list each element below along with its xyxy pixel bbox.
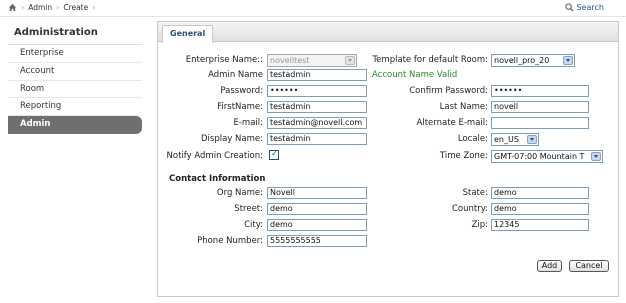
time-zone-select[interactable]: GMT-07:00 Mountain T: [491, 150, 603, 163]
account-name-valid-message: Account Name Valid: [372, 70, 458, 80]
alternate-email-input[interactable]: [491, 117, 589, 129]
email-label: E-mail:: [233, 118, 263, 128]
template-select[interactable]: novell_pro_20: [491, 54, 575, 67]
tab-general[interactable]: General: [162, 25, 214, 43]
zip-label: Zip:: [471, 220, 488, 230]
cancel-button[interactable]: Cancel: [569, 260, 609, 272]
confirm-password-input[interactable]: ••••••: [491, 85, 589, 97]
breadcrumb: › Admin › Create ›: [8, 3, 95, 12]
display-name-label: Display Name:: [201, 134, 263, 144]
home-icon[interactable]: [8, 3, 17, 12]
street-input[interactable]: demo: [267, 203, 367, 215]
add-button[interactable]: Add: [537, 260, 562, 272]
org-name-label: Org Name:: [216, 188, 263, 198]
sidebar-item-admin[interactable]: Admin: [8, 116, 142, 134]
password-input[interactable]: ••••••: [267, 85, 367, 97]
first-name-input[interactable]: testadmin: [267, 101, 367, 113]
state-label: State:: [462, 188, 488, 198]
country-label: Country:: [451, 204, 488, 214]
search-label: Search: [576, 3, 604, 12]
search-link[interactable]: Search: [564, 3, 604, 12]
locale-select[interactable]: en_US: [491, 133, 539, 146]
top-bar: › Admin › Create › Search: [0, 0, 626, 17]
enterprise-name-select: novelltest: [267, 54, 357, 67]
chevron-down-icon: [527, 135, 537, 144]
time-zone-label: Time Zone:: [439, 151, 488, 161]
contact-information-title: Contact Information: [169, 174, 266, 184]
display-name-input[interactable]: testadmin: [267, 133, 367, 145]
phone-number-label: Phone Number:: [197, 236, 263, 246]
sidebar-item-account[interactable]: Account: [8, 63, 142, 81]
sidebar-title: Administration: [8, 24, 142, 45]
checkmark-icon: ✓: [271, 149, 279, 159]
locale-value: en_US: [494, 135, 519, 144]
phone-number-input[interactable]: 5555555555: [267, 235, 367, 247]
street-label: Street:: [234, 204, 263, 214]
alternate-email-label: Alternate E-mail:: [416, 118, 488, 128]
first-name-label: FirstName:: [217, 102, 263, 112]
org-name-input[interactable]: Novell: [267, 187, 367, 199]
time-zone-value: GMT-07:00 Mountain T: [494, 152, 585, 161]
sidebar-item-room[interactable]: Room: [8, 81, 142, 99]
search-icon: [564, 3, 574, 12]
template-value: novell_pro_20: [494, 56, 550, 65]
breadcrumb-create: Create: [63, 3, 89, 12]
tab-bar: General: [158, 22, 618, 43]
template-label: Template for default Room:: [372, 55, 488, 65]
breadcrumb-separator: ›: [56, 3, 60, 12]
sidebar-item-reporting[interactable]: Reporting: [8, 98, 142, 117]
last-name-input[interactable]: novell: [491, 101, 589, 113]
city-input[interactable]: demo: [267, 219, 367, 231]
city-label: City:: [244, 220, 263, 230]
admin-create-panel: General Enterprise Name:: novelltest Tem…: [157, 21, 619, 297]
admin-name-label: Admin Name: [208, 70, 263, 80]
notify-admin-label: Notify Admin Creation:: [166, 151, 263, 161]
last-name-label: Last Name:: [439, 102, 488, 112]
confirm-password-label: Confirm Password:: [409, 86, 488, 96]
locale-label: Locale:: [457, 134, 488, 144]
notify-admin-checkbox[interactable]: ✓: [269, 149, 279, 160]
password-label: Password:: [220, 86, 263, 96]
breadcrumb-admin[interactable]: Admin: [28, 3, 52, 12]
breadcrumb-separator: ›: [92, 3, 96, 12]
enterprise-name-label: Enterprise Name::: [185, 55, 263, 65]
enterprise-name-value: novelltest: [270, 56, 310, 65]
email-input[interactable]: testadmin@novell.com: [267, 117, 367, 129]
sidebar-item-enterprise[interactable]: Enterprise: [8, 45, 142, 63]
chevron-down-icon: [563, 56, 573, 65]
breadcrumb-separator: ›: [21, 3, 25, 12]
chevron-down-icon: [345, 56, 355, 65]
admin-name-input[interactable]: testadmin: [267, 69, 367, 81]
zip-input[interactable]: 12345: [491, 219, 589, 231]
chevron-down-icon: [591, 152, 601, 161]
country-input[interactable]: demo: [491, 203, 589, 215]
sidebar: Administration Enterprise Account Room R…: [8, 24, 142, 134]
state-input[interactable]: demo: [491, 187, 589, 199]
